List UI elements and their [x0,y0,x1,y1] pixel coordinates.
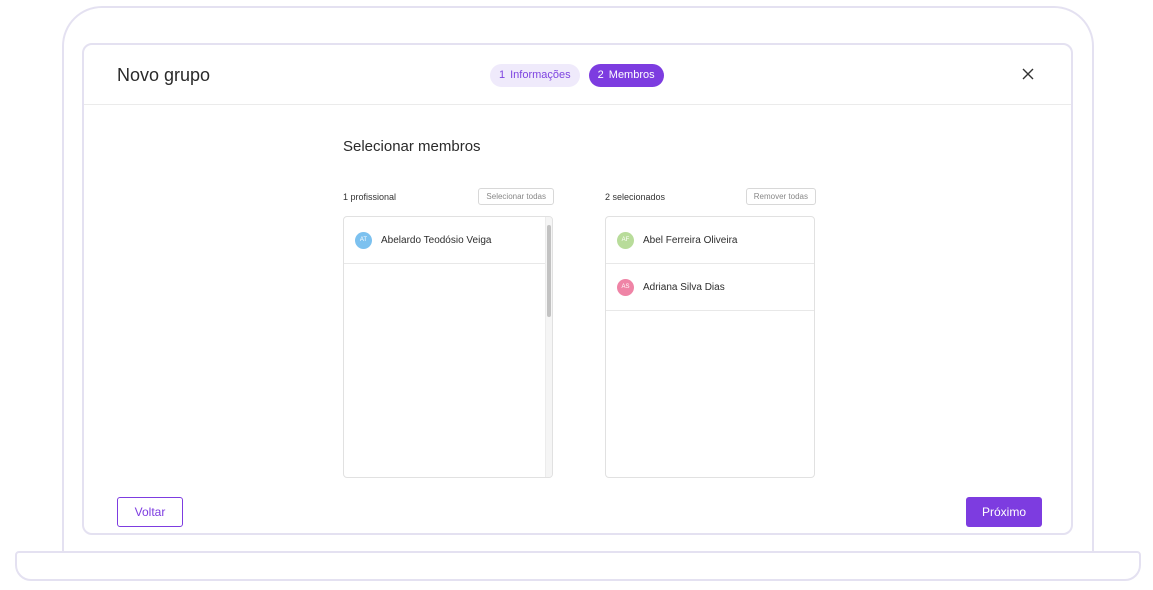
modal-title: Novo grupo [117,65,211,85]
avatar: AF [617,231,634,249]
stepper: 1 Informações 2 Membros [490,64,664,87]
member-name: Adriana Silva Dias [643,281,725,293]
step-label: Membros [608,69,655,81]
remove-all-button[interactable]: Remover todas [745,188,816,205]
scroll-thumb[interactable] [547,225,551,317]
select-all-button[interactable]: Selecionar todas [478,188,554,205]
member-name: Abelardo Teodósio Veiga [381,234,492,246]
avatar: AT [355,231,372,249]
next-button[interactable]: Próximo [966,497,1042,527]
member-name: Abel Ferreira Oliveira [643,234,738,246]
available-header: 1 profissional Selecionar todas [343,188,554,206]
available-list: AT Abelardo Teodósio Veiga [343,216,553,478]
step-number: 2 [597,69,604,81]
step-membros[interactable]: 2 Membros [588,64,664,87]
list-item[interactable]: AT Abelardo Teodósio Veiga [344,217,552,264]
selected-count: 2 selecionados [605,192,666,202]
step-label: Informações [510,69,571,81]
back-button[interactable]: Voltar [117,497,183,527]
list-item[interactable]: AS Adriana Silva Dias [606,264,814,311]
laptop-base [15,551,1141,581]
selected-header: 2 selecionados Remover todas [605,188,816,206]
step-number: 1 [499,69,506,81]
list-item[interactable]: AF Abel Ferreira Oliveira [606,217,814,264]
close-icon[interactable] [1018,64,1038,84]
scrollbar[interactable] [545,217,552,477]
available-count: 1 profissional [343,192,397,202]
step-informacoes[interactable]: 1 Informações [490,64,580,87]
modal: Novo grupo 1 Informações 2 Membros Selec… [82,43,1073,535]
section-title: Selecionar membros [343,138,481,155]
selected-list: AF Abel Ferreira Oliveira AS Adriana Sil… [605,216,815,478]
avatar: AS [617,278,634,296]
modal-header: Novo grupo 1 Informações 2 Membros [84,45,1071,105]
